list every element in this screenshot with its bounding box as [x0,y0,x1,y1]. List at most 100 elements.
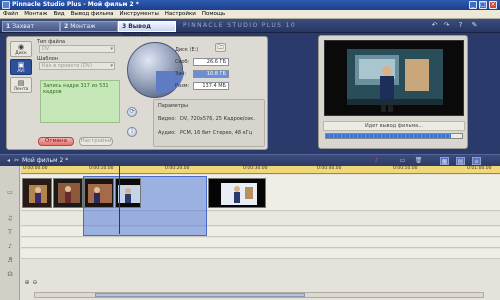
tools-icon[interactable]: ✎ [470,21,479,30]
timeline-view-icon[interactable]: ▤ [456,157,465,165]
scissors-icon[interactable]: ✂ [12,157,21,165]
menu-edit[interactable]: Монтаж [21,10,50,17]
mute-icon[interactable]: ♪ [372,157,381,165]
video-label: Видео: [158,116,176,122]
video-clip[interactable] [53,178,83,208]
sound-effects-track[interactable] [21,238,500,248]
project-title: Мой фильм 2 * [22,157,69,164]
output-disc-tab[interactable]: ◉ Диск [10,41,32,57]
menu-tools[interactable]: Инструменты [116,10,161,17]
audio-label: Аудио: [158,130,176,136]
maximize-button[interactable]: □ [479,1,487,9]
output-tape-tab[interactable]: ▤ Лента [10,77,32,93]
ruler-tick: 0:00:50.00 [393,166,418,171]
trash-icon[interactable]: 🗑 [414,157,423,165]
step-bar: 1Захват 2Монтаж 3Вывод фильма PINNACLE S… [0,19,500,39]
disk-title: Диск (E:) [175,47,199,53]
tape-icon: ▤ [17,79,25,87]
clip-thumbnail [54,179,82,207]
used-label: Зан: [175,71,187,77]
timeline: ▭ ♫ T ♪ ♬ ☊ 0:00:00.00 0:00:10.00 0:00:2… [0,166,500,300]
params-title: Параметры [158,103,188,109]
render-progress-bar [325,133,463,139]
menu-help[interactable]: Помощь [199,10,228,17]
settings-button[interactable]: Настройки [79,137,113,146]
output-settings-panel: ◉ Диск ▣ AVI ▤ Лента Тип файла DV ▾ Шаблон К… [6,36,268,150]
progress-label: Идет вывод фильма... [323,121,465,131]
music-track-icon[interactable]: ♬ [5,256,15,265]
status-box: Запись кадра 317 из 531 кадров [40,80,120,123]
redo-icon[interactable]: ↷ [442,21,451,30]
ruler-tick: 0:01:00.00 [467,166,492,171]
clip-thumbnail [85,179,113,207]
close-button[interactable]: × [489,1,497,9]
chevron-down-icon: ▾ [110,46,113,52]
clip-thumbnail [209,179,265,207]
ruler-tick: 0:00:30.00 [243,166,268,171]
minimize-button[interactable]: _ [469,1,477,9]
size-value: 137.4 МБ [193,82,229,90]
film-icon[interactable]: ▭ [398,157,407,165]
menu-bar: Файл Монтаж Вид Вывод фильма Инструменты Наст… [0,10,500,19]
video-track-icon[interactable]: ▭ [5,188,15,197]
ruler-tick: 0:00:10.00 [89,166,114,171]
folder-icon: 🗀 [217,44,224,51]
status-text: Запись кадра 317 из 531 кадров [43,83,109,95]
tab-capture[interactable]: 1 Захват [2,21,60,32]
video-value: DV, 720x576, 25 Кадров/сек. [180,116,255,122]
undo-icon[interactable]: ↶ [430,21,439,30]
preview-panel: Идет вывод фильма... [318,35,468,149]
video-preview [324,40,464,116]
audio-value: PCM, 16 бит Стерео, 48 кГц [180,130,253,136]
music-track[interactable] [21,249,500,259]
cancel-button[interactable]: Отмена [38,137,74,146]
chevron-down-icon: ▾ [110,63,113,69]
window-title: Pinnacle Studio Plus - Мой фильм 2 * [12,1,139,8]
tab-capture-label: Захват [12,23,34,30]
menu-output[interactable]: Вывод фильма [68,10,117,17]
tab-edit[interactable]: 2 Монтаж [60,21,118,32]
title-track-icon[interactable]: T [5,228,15,237]
menu-settings[interactable]: Настройки [162,10,199,17]
parameters-box: Параметры Видео: DV, 720x576, 25 Кадров/… [153,99,265,147]
free-label: Своб: [175,59,190,65]
ruler-tick: 0:00:00.00 [23,166,48,171]
scroll-thumb[interactable] [95,293,305,297]
clip-thumbnail [23,179,51,207]
timeline-header: ◂ ✂ Мой фильм 2 * ♪ ▭ 🗑 ▦ ▤ ≡ [0,154,500,166]
menu-file[interactable]: Файл [0,10,21,17]
help-icon[interactable]: ? [456,21,465,30]
video-clip[interactable] [84,178,114,208]
track-tools: ▭ ♫ T ♪ ♬ ☊ [0,166,20,300]
time-ruler[interactable]: 0:00:00.00 0:00:10.00 0:00:20.00 0:00:30… [21,166,500,174]
preview-frame-image [325,41,463,115]
timeline-scrollbar[interactable] [34,292,484,298]
progress-fill [326,134,452,138]
tab-make-movie[interactable]: 3Вывод фильма [118,21,176,39]
storyboard-view-icon[interactable]: ▦ [440,157,449,165]
file-icon: ▣ [17,61,25,69]
tab-edit-label: Монтаж [70,23,96,30]
video-clip[interactable] [22,178,52,208]
sync-button[interactable]: ⟳ [127,107,137,117]
used-value: 10.8 ГБ [193,70,229,78]
ruler-tick: 0:00:20.00 [165,166,190,171]
title-bar: Pinnacle Studio Plus - Мой фильм 2 * _ □… [0,0,500,10]
audio-track-icon[interactable]: ♫ [5,214,15,223]
voice-track-icon[interactable]: ☊ [5,270,15,279]
folder-button[interactable]: 🗀 [215,43,226,52]
video-clip[interactable] [208,178,266,208]
brand-text: PINNACLE STUDIO PLUS 10 [183,22,297,29]
playhead[interactable] [119,166,120,234]
app-icon [2,1,10,9]
disc-icon: ◉ [17,43,25,51]
sound-track-icon[interactable]: ♪ [5,242,15,251]
free-value: 26.6 ГБ [193,58,229,66]
menu-view[interactable]: Вид [50,10,67,17]
output-file-tab[interactable]: ▣ AVI [10,59,32,75]
text-view-icon[interactable]: ≡ [472,157,481,165]
template-select[interactable]: Как в проекте (DV) ▾ [39,62,115,70]
file-type-select[interactable]: DV ▾ [39,45,115,53]
info-button[interactable]: i [127,127,137,137]
zoom-out-icon[interactable]: ⊖ [30,278,40,287]
